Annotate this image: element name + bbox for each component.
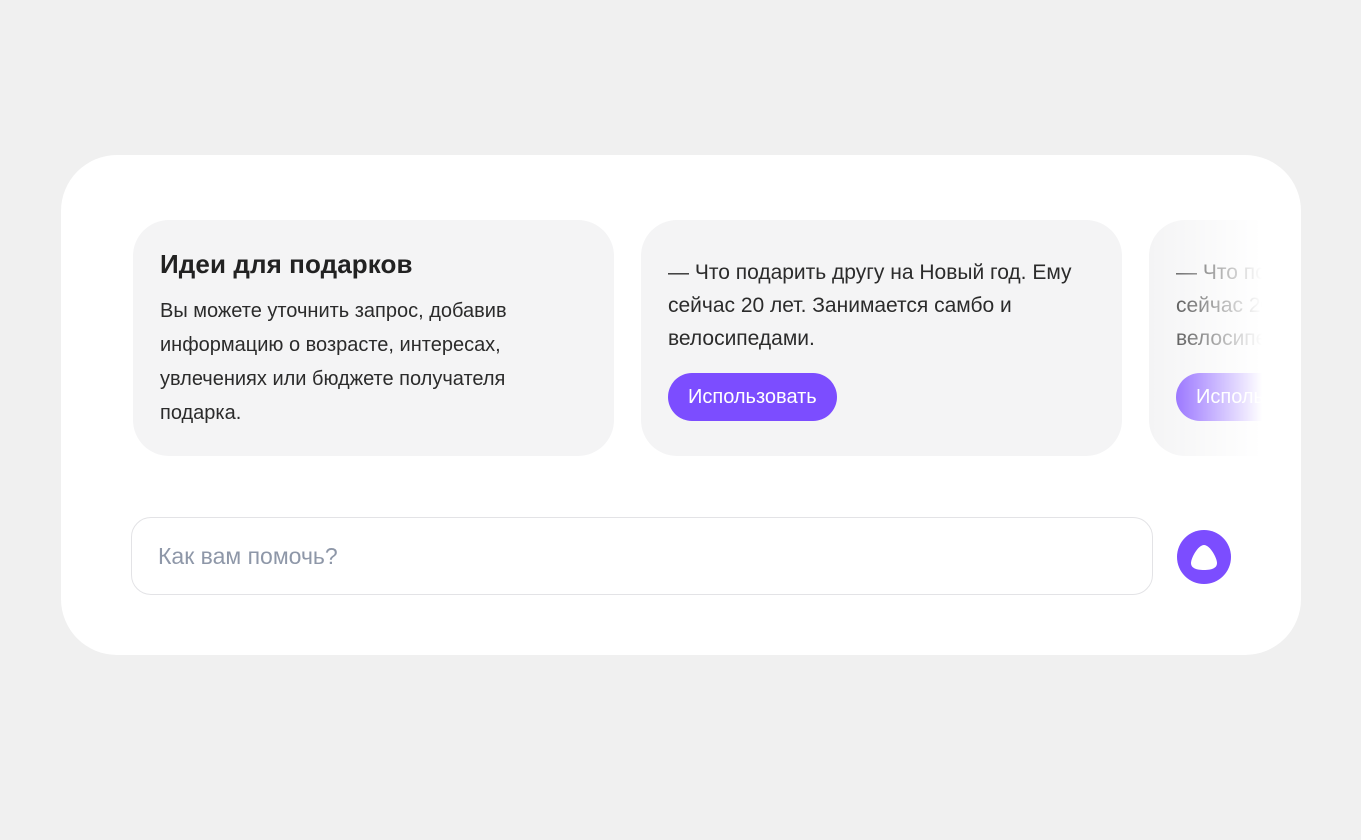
- example-card[interactable]: — Что подарить другу на Новый год. Ему с…: [641, 220, 1122, 456]
- info-card-description: Вы можете уточнить запрос, добавив инфор…: [160, 300, 507, 424]
- info-card-title: Идеи для подарков: [160, 249, 413, 279]
- alice-icon: [1191, 545, 1217, 570]
- example-card-text: — Что подарить другу на Новый год. Ему с…: [668, 261, 1072, 350]
- alice-button[interactable]: [1177, 530, 1231, 584]
- example-card-text: — Что подарить другу на Новый год. Ему с…: [1176, 261, 1268, 350]
- search-box[interactable]: [131, 517, 1153, 595]
- use-example-button[interactable]: Использовать: [668, 373, 837, 421]
- search-input[interactable]: [158, 518, 1118, 594]
- use-example-button[interactable]: Использовать: [1176, 373, 1268, 421]
- assistant-panel: Идеи для подарков Вы можете уточнить зап…: [61, 155, 1301, 655]
- suggestion-carousel[interactable]: Идеи для подарков Вы можете уточнить зап…: [133, 220, 1268, 456]
- example-card[interactable]: — Что подарить другу на Новый год. Ему с…: [1149, 220, 1268, 456]
- info-card: Идеи для подарков Вы можете уточнить зап…: [133, 220, 614, 456]
